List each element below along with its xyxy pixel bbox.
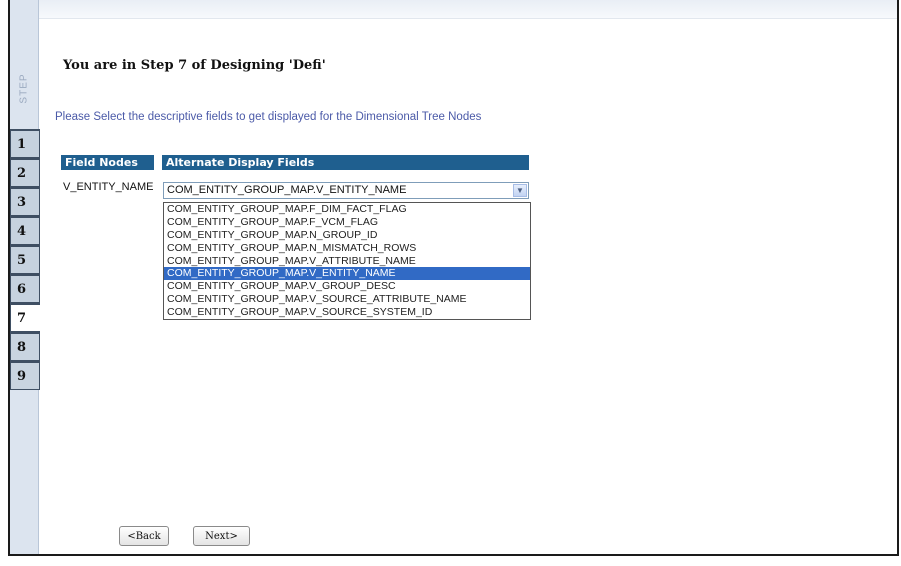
dropdown-option[interactable]: COM_ENTITY_GROUP_MAP.V_SOURCE_SYSTEM_ID [164,306,530,319]
step-6[interactable]: 6 [10,274,40,303]
step-4[interactable]: 4 [10,216,40,245]
step-8[interactable]: 8 [10,332,40,361]
dropdown-option[interactable]: COM_ENTITY_GROUP_MAP.F_DIM_FACT_FLAG [164,203,530,216]
dropdown-list[interactable]: COM_ENTITY_GROUP_MAP.F_DIM_FACT_FLAG COM… [163,202,531,321]
step-5[interactable]: 5 [10,245,40,274]
step-9[interactable]: 9 [10,361,40,390]
instructions-text: Please Select the descriptive fields to … [55,111,482,123]
dropdown-option[interactable]: COM_ENTITY_GROUP_MAP.F_VCM_FLAG [164,216,530,229]
dropdown-option[interactable]: COM_ENTITY_GROUP_MAP.N_MISMATCH_ROWS [164,242,530,255]
step-sidebar: STEP 1 2 3 4 5 6 7 8 9 [10,0,40,554]
step-list: 1 2 3 4 5 6 7 8 9 [10,129,40,390]
dropdown-option[interactable]: COM_ENTITY_GROUP_MAP.N_GROUP_ID [164,229,530,242]
page-title: You are in Step 7 of Designing 'Defi' [63,58,326,73]
step-label: STEP [18,72,30,104]
step-7-active[interactable]: 7 [10,303,40,332]
dropdown-option[interactable]: COM_ENTITY_GROUP_MAP.V_GROUP_DESC [164,280,530,293]
dropdown-option-highlighted[interactable]: COM_ENTITY_GROUP_MAP.V_ENTITY_NAME [164,267,530,281]
chevron-down-icon[interactable]: ▼ [513,184,527,197]
top-band [39,0,897,19]
step-2[interactable]: 2 [10,158,40,187]
field-node-label: V_ENTITY_NAME [63,181,154,193]
wizard-window: STEP 1 2 3 4 5 6 7 8 9 You are in Step 7… [8,0,899,556]
select-value: COM_ENTITY_GROUP_MAP.V_ENTITY_NAME [167,184,407,196]
dropdown-option[interactable]: COM_ENTITY_GROUP_MAP.V_SOURCE_ATTRIBUTE_… [164,293,530,306]
dropdown-option[interactable]: COM_ENTITY_GROUP_MAP.V_ATTRIBUTE_NAME [164,255,530,268]
step-3[interactable]: 3 [10,187,40,216]
alternate-field-select[interactable]: COM_ENTITY_GROUP_MAP.V_ENTITY_NAME ▼ [163,182,529,199]
next-button[interactable]: Next> [193,526,250,546]
step-1[interactable]: 1 [10,129,40,158]
header-field-nodes: Field Nodes [61,155,154,170]
back-button[interactable]: <Back [119,526,169,546]
header-alternate-display-fields: Alternate Display Fields [162,155,529,170]
